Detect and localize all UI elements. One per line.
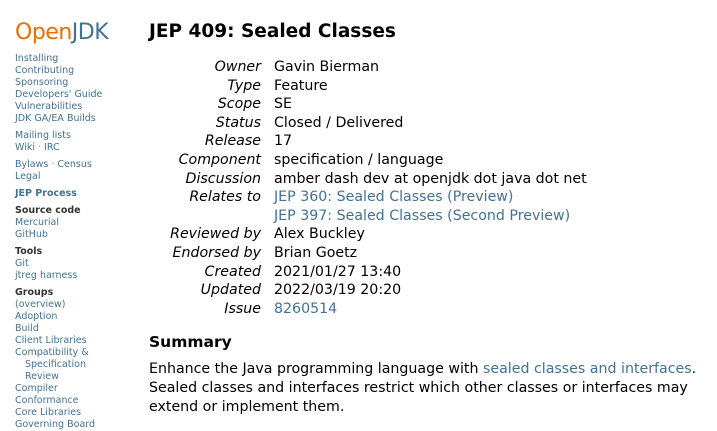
meta-label: Created: [204, 263, 261, 280]
meta-label: Component: [178, 151, 261, 168]
sidebar-link-compatibility[interactable]: Compatibility &: [15, 347, 89, 358]
sidebar-link-bylaws[interactable]: Bylaws: [15, 159, 48, 170]
sidebar-heading-source-code: Source code: [15, 205, 81, 216]
sidebar-link-sponsoring[interactable]: Sponsoring: [15, 77, 68, 88]
meta-label: Type: [227, 77, 261, 94]
meta-row-discussion: Discussion amber dash dev at openjdk dot…: [149, 170, 587, 189]
sidebar-link-governing-board[interactable]: Governing Board: [15, 419, 95, 430]
sidebar-link-installing[interactable]: Installing: [15, 53, 58, 64]
meta-row-component: Component specification / language: [149, 151, 587, 170]
sidebar-link-mailing-lists[interactable]: Mailing lists: [15, 130, 71, 141]
summary-text: Enhance the Java programming language wi…: [149, 361, 483, 377]
jep-metadata-table: Owner Gavin Bierman Type Feature Scope S…: [149, 58, 587, 318]
sidebar-link-mercurial[interactable]: Mercurial: [15, 217, 59, 228]
sidebar-link-wiki[interactable]: Wiki: [15, 142, 35, 153]
meta-label: Reviewed by: [170, 226, 261, 243]
meta-label: Endorsed by: [172, 244, 261, 261]
meta-value-scope: SE: [274, 96, 292, 113]
sidebar-nav-groups: Groups (overview) Adoption Build Client …: [15, 287, 95, 431]
sidebar-link-conformance[interactable]: Conformance: [15, 395, 79, 406]
sidebar-link-git[interactable]: Git: [15, 258, 29, 269]
meta-label: Issue: [224, 300, 261, 317]
meta-label: Release: [204, 133, 261, 150]
sidebar-link-census[interactable]: Census: [57, 159, 91, 170]
sidebar-link-build[interactable]: Build: [15, 323, 39, 334]
sidebar-link-adoption[interactable]: Adoption: [15, 311, 57, 322]
meta-label: Updated: [200, 282, 261, 299]
sidebar-link-github[interactable]: GitHub: [15, 229, 48, 240]
meta-row-type: Type Feature: [149, 77, 587, 96]
logo-jdk-text: JDK: [71, 20, 109, 45]
meta-value-owner: Gavin Bierman: [274, 59, 380, 75]
summary-heading: Summary: [149, 333, 232, 351]
sidebar-link-compatibility-spec[interactable]: Specification: [25, 359, 86, 370]
sidebar-link-vulnerabilities[interactable]: Vulnerabilities: [15, 101, 82, 112]
separator: ·: [34, 142, 45, 153]
meta-value-endorsed-by: Brian Goetz: [274, 244, 358, 261]
sidebar-link-contributing[interactable]: Contributing: [15, 65, 74, 76]
meta-label: Scope: [217, 96, 261, 113]
meta-row-release: Release 17: [149, 132, 587, 151]
meta-label: Owner: [214, 59, 261, 75]
meta-value-updated: 2022/03/19 20:20: [274, 282, 402, 299]
meta-value-component: specification / language: [274, 151, 444, 168]
meta-row-relates-to-2: JEP 397: Sealed Classes (Second Preview): [149, 207, 587, 226]
sidebar-link-jdk-builds[interactable]: JDK GA/EA Builds: [15, 113, 96, 124]
sidebar-link-groups-overview[interactable]: (overview): [15, 299, 65, 310]
issue-link[interactable]: 8260514: [274, 301, 337, 317]
meta-row-reviewed-by: Reviewed by Alex Buckley: [149, 225, 587, 244]
sidebar-nav-community: Mailing lists Wiki · IRC: [15, 130, 71, 154]
sidebar-nav-legal: Bylaws · Census Legal: [15, 159, 92, 183]
sidebar-nav-jep: JEP Process: [15, 188, 77, 200]
sidebar-nav-source: Source code Mercurial GitHub: [15, 205, 81, 241]
meta-value-discussion: amber dash dev at openjdk dot java dot n…: [274, 170, 587, 187]
meta-row-issue: Issue 8260514: [149, 300, 587, 319]
meta-value-type: Feature: [274, 77, 328, 94]
meta-label: Discussion: [185, 170, 261, 187]
summary-paragraph: Enhance the Java programming language wi…: [149, 360, 714, 416]
sidebar-link-jtreg[interactable]: jtreg harness: [15, 270, 77, 281]
meta-row-relates-to: Relates to JEP 360: Sealed Classes (Prev…: [149, 188, 587, 207]
meta-value-created: 2021/01/27 13:40: [274, 263, 402, 280]
sidebar-link-core-libraries[interactable]: Core Libraries: [15, 407, 81, 418]
meta-row-owner: Owner Gavin Bierman: [149, 58, 587, 77]
sidebar-heading-tools: Tools: [15, 246, 43, 257]
sidebar-link-client-libraries[interactable]: Client Libraries: [15, 335, 87, 346]
sidebar-link-legal[interactable]: Legal: [15, 171, 40, 182]
meta-value-release: 17: [274, 133, 293, 150]
page-title: JEP 409: Sealed Classes: [149, 21, 396, 42]
sidebar-link-irc[interactable]: IRC: [44, 142, 60, 153]
meta-row-endorsed-by: Endorsed by Brian Goetz: [149, 244, 587, 263]
meta-value-reviewed-by: Alex Buckley: [274, 226, 365, 243]
logo-open-text: Open: [15, 20, 72, 45]
sidebar-nav-main: Installing Contributing Sponsoring Devel…: [15, 53, 102, 125]
sealed-classes-link[interactable]: sealed classes and interfaces: [483, 361, 692, 377]
openjdk-logo[interactable]: OpenJDK: [15, 20, 109, 46]
sidebar-link-jep-process[interactable]: JEP Process: [15, 188, 77, 199]
meta-value-status: Closed / Delivered: [274, 114, 404, 131]
relates-link-jep-360[interactable]: JEP 360: Sealed Classes (Preview): [274, 189, 513, 205]
sidebar-link-developers-guide[interactable]: Developers' Guide: [15, 89, 102, 100]
sidebar-link-compatibility-review[interactable]: Review: [25, 371, 59, 382]
meta-label: Relates to: [189, 189, 261, 206]
sidebar-nav-tools: Tools Git jtreg harness: [15, 246, 77, 282]
meta-row-updated: Updated 2022/03/19 20:20: [149, 281, 587, 300]
meta-label: Status: [215, 114, 261, 131]
meta-row-created: Created 2021/01/27 13:40: [149, 263, 587, 282]
sidebar-heading-groups: Groups: [15, 287, 54, 298]
relates-link-jep-397[interactable]: JEP 397: Sealed Classes (Second Preview): [274, 208, 570, 224]
meta-row-scope: Scope SE: [149, 95, 587, 114]
meta-row-status: Status Closed / Delivered: [149, 114, 587, 133]
sidebar-link-compiler[interactable]: Compiler: [15, 383, 58, 394]
